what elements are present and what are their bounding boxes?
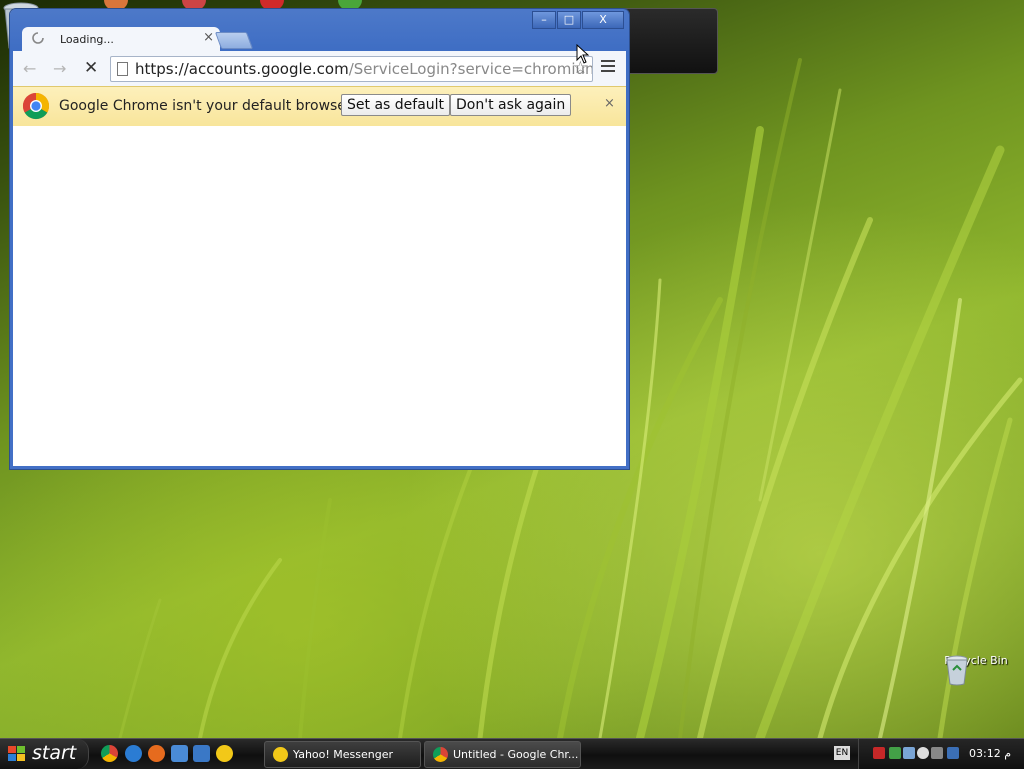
url-text: https://accounts.google.com/ServiceLogin… (135, 60, 593, 78)
taskbar-item-label: Untitled - Google Chr... (453, 748, 579, 761)
tray-app-icon[interactable] (947, 747, 959, 759)
chrome-icon (433, 747, 448, 762)
taskbar-item-label: Yahoo! Messenger (293, 748, 394, 761)
firefox-icon[interactable] (148, 745, 165, 762)
start-button[interactable]: start (0, 739, 89, 769)
set-as-default-button[interactable]: Set as default (341, 94, 451, 116)
tab-close-icon[interactable]: × (203, 30, 214, 45)
chrome-quicklaunch-icon[interactable] (101, 745, 118, 762)
app-quicklaunch-icon[interactable] (171, 745, 188, 762)
forward-arrow-icon[interactable]: → (53, 59, 66, 78)
taskbar: start Yahoo! Messenger Untitled - Google… (0, 738, 1024, 769)
page-icon (117, 62, 128, 76)
address-bar[interactable]: https://accounts.google.com/ServiceLogin… (110, 56, 593, 82)
chrome-menu-icon[interactable] (601, 60, 615, 74)
tab-title: Loading... (60, 33, 114, 46)
desktop-recycle-bin[interactable]: Recycle Bin (944, 654, 1008, 686)
stop-loading-icon[interactable]: ✕ (84, 58, 98, 78)
language-indicator[interactable]: EN (834, 746, 850, 760)
yahoo-messenger-quicklaunch-icon[interactable] (216, 745, 233, 762)
dont-ask-again-button[interactable]: Don't ask again (450, 94, 572, 116)
back-arrow-icon[interactable]: ← (23, 59, 36, 78)
infobar-message: Google Chrome isn't your default browser… (59, 98, 355, 114)
infobar-close-icon[interactable]: × (604, 96, 615, 111)
taskbar-item-chrome[interactable]: Untitled - Google Chr... (424, 741, 581, 768)
maximize-button[interactable]: □ (557, 11, 581, 29)
windows-flag-icon (8, 746, 25, 761)
calendar-icon[interactable] (931, 747, 943, 759)
minimize-button[interactable]: – (532, 11, 556, 29)
url-path: /ServiceLogin?service=chromiums (348, 60, 593, 78)
chrome-logo-icon (22, 92, 50, 120)
default-browser-infobar: Google Chrome isn't your default browser… (13, 86, 626, 127)
taskbar-item-yahoo-messenger[interactable]: Yahoo! Messenger (264, 741, 421, 768)
clock[interactable]: 03:12 م (969, 747, 1011, 760)
yahoo-messenger-icon (273, 747, 288, 762)
start-label: start (32, 742, 77, 764)
shield-icon[interactable] (873, 747, 885, 759)
new-tab-button[interactable] (214, 32, 254, 49)
browser-toolbar: ← → ✕ https://accounts.google.com/Servic… (13, 51, 626, 86)
network-icon[interactable] (889, 747, 901, 759)
status-icon[interactable] (917, 747, 929, 759)
url-host: https://accounts.google.com (135, 60, 349, 78)
internet-explorer-icon[interactable] (125, 745, 142, 762)
loading-spinner-icon (32, 32, 44, 44)
tab-loading[interactable]: Loading... × (22, 27, 220, 51)
mouse-cursor-icon (576, 44, 590, 64)
close-button[interactable]: X (582, 11, 624, 29)
recycle-bin-icon (946, 655, 968, 686)
tray-app-icon[interactable] (903, 747, 915, 759)
system-tray: 03:12 م (858, 739, 1024, 769)
chrome-window: Loading... × – □ X ← → ✕ https://account… (10, 9, 629, 469)
page-content[interactable] (13, 126, 626, 466)
app-quicklaunch-icon[interactable] (193, 745, 210, 762)
